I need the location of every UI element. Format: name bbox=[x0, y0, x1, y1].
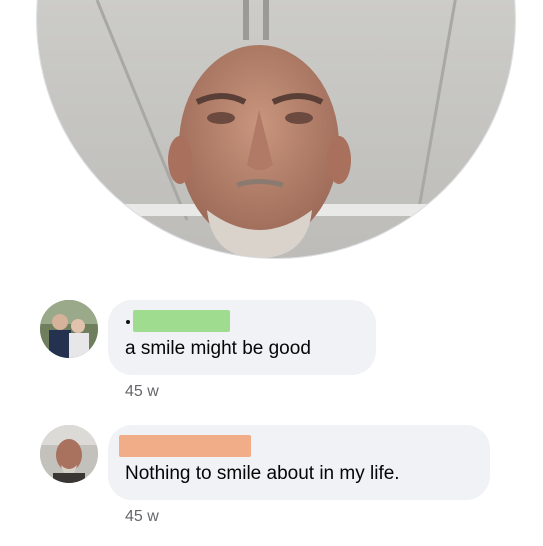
redacted-name bbox=[133, 310, 230, 332]
comment-timestamp[interactable]: 45 w bbox=[125, 508, 159, 526]
comment-text: a smile might be good bbox=[125, 338, 311, 359]
comment-bubble: Nothing to smile about in my life. bbox=[108, 425, 490, 500]
profile-photo[interactable] bbox=[37, 0, 515, 258]
name-marker bbox=[126, 320, 130, 324]
redacted-name bbox=[119, 435, 251, 457]
couple-avatar-icon bbox=[40, 300, 98, 358]
comment-1: a smile might be good 45 w bbox=[0, 295, 543, 405]
profile-photo-image bbox=[37, 0, 515, 258]
commenter-avatar[interactable] bbox=[40, 425, 98, 483]
comment-2: Nothing to smile about in my life. 45 w bbox=[0, 420, 543, 535]
commenter-avatar[interactable] bbox=[40, 300, 98, 358]
man-avatar-icon bbox=[40, 425, 98, 483]
comment-timestamp[interactable]: 45 w bbox=[125, 383, 159, 401]
comment-text: Nothing to smile about in my life. bbox=[125, 463, 400, 484]
comment-bubble: a smile might be good bbox=[108, 300, 376, 375]
